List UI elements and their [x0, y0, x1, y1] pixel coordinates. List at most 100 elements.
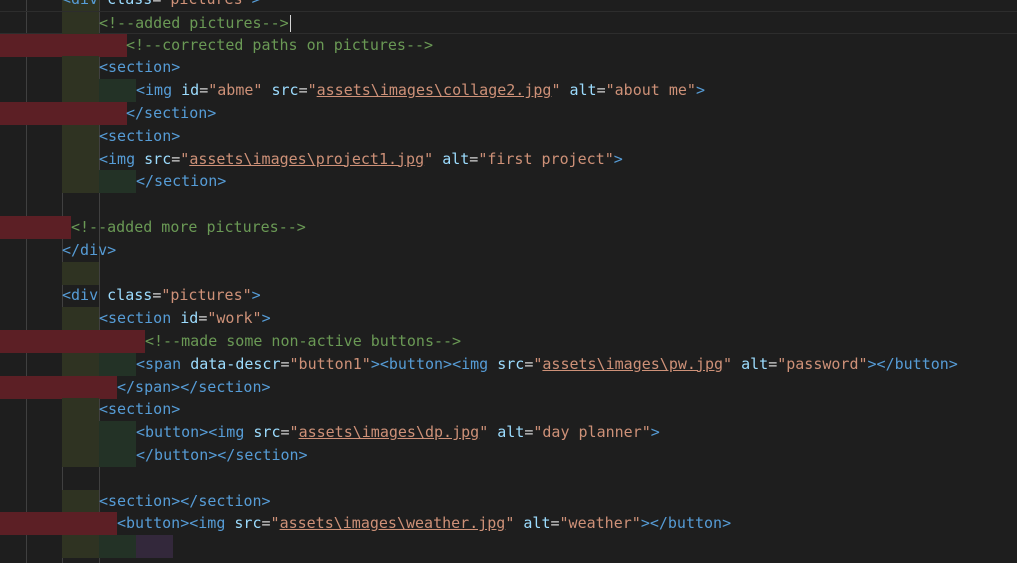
- code-line[interactable]: <img src="assets\images\project1.jpg" al…: [0, 147, 1017, 171]
- code-token: </section>: [126, 104, 217, 122]
- code-token: <button><img: [136, 423, 254, 442]
- code-line[interactable]: <section>: [0, 56, 1017, 80]
- text-cursor: [289, 14, 291, 32]
- code-text[interactable]: <button><img src="assets\images\weather.…: [117, 512, 731, 535]
- code-token: >: [650, 423, 660, 442]
- code-text[interactable]: <img id="abme" src="assets\images\collag…: [136, 79, 705, 102]
- code-text[interactable]: </div>: [62, 239, 116, 262]
- indent-marker: [62, 535, 99, 559]
- code-text[interactable]: <section>: [99, 56, 180, 79]
- code-editor[interactable]: <div class="pictures"><!--added pictures…: [0, 0, 1017, 563]
- code-line[interactable]: <div class="pictures">: [0, 284, 1017, 307]
- code-token: alt: [442, 149, 470, 168]
- code-token: "button1": [289, 354, 371, 373]
- code-text[interactable]: <span data-descr="button1"><button><img …: [136, 353, 958, 376]
- code-line[interactable]: <!--added more pictures-->: [0, 216, 1017, 239]
- code-line[interactable]: <section id="work">: [0, 307, 1017, 331]
- indent-error-marker: [0, 33, 127, 57]
- code-token: =: [280, 354, 290, 373]
- code-token: "first project": [478, 149, 614, 168]
- code-token: "about me": [605, 81, 696, 100]
- code-line[interactable]: <section>: [0, 124, 1017, 148]
- code-text[interactable]: </section>: [136, 170, 226, 193]
- code-token: alt: [741, 354, 769, 373]
- code-token: alt: [569, 81, 597, 100]
- code-token: ></button>: [640, 514, 732, 533]
- code-token: ": [180, 149, 190, 168]
- code-token: assets\images\dp.jpg: [298, 423, 480, 442]
- code-text[interactable]: <section>: [99, 398, 180, 421]
- code-token: =: [261, 514, 271, 533]
- code-token: =: [298, 81, 308, 100]
- code-line[interactable]: <!--corrected paths on pictures-->: [0, 33, 1017, 57]
- code-token: <section: [99, 309, 181, 328]
- code-line[interactable]: </span></section>: [0, 375, 1017, 399]
- indent-marker: [62, 147, 99, 171]
- code-text[interactable]: </span></section>: [117, 376, 271, 399]
- code-token: src: [497, 354, 525, 373]
- code-line[interactable]: <div class="pictures">: [0, 0, 1017, 11]
- code-line[interactable]: <section>: [0, 398, 1017, 422]
- code-line[interactable]: <button><img src="assets\images\weather.…: [0, 512, 1017, 536]
- code-text[interactable]: <!--added pictures-->: [99, 12, 291, 35]
- code-token: <!--made some non-active buttons-->: [145, 332, 462, 350]
- code-line[interactable]: <section></section>: [0, 489, 1017, 513]
- code-line[interactable]: </section>: [0, 170, 1017, 194]
- code-line[interactable]: <span data-descr="button1"><button><img …: [0, 352, 1017, 376]
- code-token: alt: [523, 514, 551, 533]
- code-token: src: [271, 81, 299, 100]
- code-token: <span: [136, 354, 191, 373]
- code-token: <button><img: [117, 514, 235, 533]
- code-text[interactable]: <!--corrected paths on pictures-->: [126, 34, 433, 57]
- indent-marker: [99, 79, 136, 103]
- code-line[interactable]: [0, 193, 1017, 216]
- code-token: <section></section>: [99, 491, 271, 510]
- code-token: </button></section>: [136, 446, 308, 464]
- code-line[interactable]: <!--made some non-active buttons-->: [0, 330, 1017, 353]
- code-token: ": [270, 514, 280, 533]
- code-line[interactable]: <button><img src="assets\images\dp.jpg" …: [0, 421, 1017, 445]
- indent-error-marker: [0, 375, 117, 399]
- indent-marker: [136, 535, 173, 559]
- code-token: </section>: [136, 172, 227, 191]
- code-line[interactable]: </div>: [0, 239, 1017, 262]
- indent-marker: [62, 56, 99, 80]
- code-token: =: [280, 423, 290, 442]
- code-line[interactable]: [0, 261, 1017, 285]
- indent-marker: [62, 170, 99, 194]
- code-token: ": [424, 149, 434, 168]
- code-text[interactable]: <div class="pictures">: [62, 0, 261, 11]
- code-text[interactable]: <button><img src="assets\images\dp.jpg" …: [136, 421, 660, 444]
- code-line[interactable]: </button></section>: [0, 444, 1017, 467]
- code-token: =: [199, 81, 209, 100]
- code-text[interactable]: <section id="work">: [99, 307, 271, 330]
- code-token: >: [261, 309, 271, 328]
- code-line[interactable]: [0, 467, 1017, 490]
- code-line[interactable]: </section>: [0, 102, 1017, 125]
- code-text[interactable]: <!--made some non-active buttons-->: [145, 330, 461, 353]
- code-token: =: [550, 514, 560, 533]
- code-text[interactable]: <section></section>: [99, 490, 271, 513]
- code-token: =: [596, 81, 606, 100]
- code-token: =: [469, 149, 479, 168]
- code-text[interactable]: </button></section>: [136, 444, 308, 467]
- code-line[interactable]: [0, 535, 1017, 559]
- code-line[interactable]: <img id="abme" src="assets\images\collag…: [0, 79, 1017, 103]
- code-token: "pictures": [161, 286, 252, 305]
- code-text[interactable]: </section>: [126, 102, 216, 125]
- indent-marker: [62, 421, 99, 445]
- code-token: <section>: [99, 126, 181, 145]
- code-token: src: [234, 514, 262, 533]
- indent-marker: [99, 444, 136, 467]
- code-token: class: [107, 286, 153, 305]
- code-token: data-descr: [190, 354, 281, 373]
- code-text[interactable]: <!--added more pictures-->: [71, 216, 306, 239]
- code-text[interactable]: <div class="pictures">: [62, 284, 261, 307]
- code-token: >: [252, 0, 261, 8]
- code-token: ": [479, 423, 489, 442]
- code-text[interactable]: <section>: [99, 125, 180, 148]
- code-text[interactable]: <img src="assets\images\project1.jpg" al…: [99, 148, 623, 171]
- code-token: <div: [62, 0, 107, 8]
- code-line[interactable]: <!--added pictures-->: [0, 10, 1017, 35]
- code-token: "work": [207, 309, 262, 328]
